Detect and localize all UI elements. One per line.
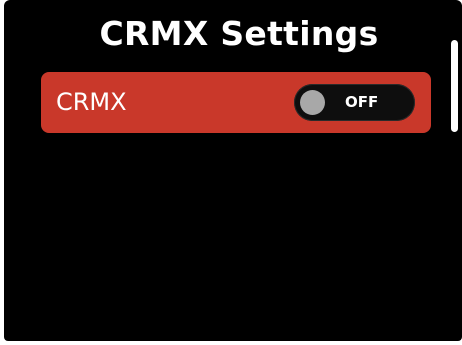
settings-item-label: CRMX xyxy=(56,88,127,116)
toggle-state-label: OFF xyxy=(345,93,379,111)
settings-item-crmx[interactable]: CRMX OFF xyxy=(41,72,431,133)
device-screen: CRMX Settings CRMX OFF xyxy=(4,0,462,341)
page-title: CRMX Settings xyxy=(99,14,379,53)
toggle-knob xyxy=(300,90,325,115)
scrollbar[interactable] xyxy=(451,40,458,132)
crmx-toggle[interactable]: OFF xyxy=(294,84,415,121)
